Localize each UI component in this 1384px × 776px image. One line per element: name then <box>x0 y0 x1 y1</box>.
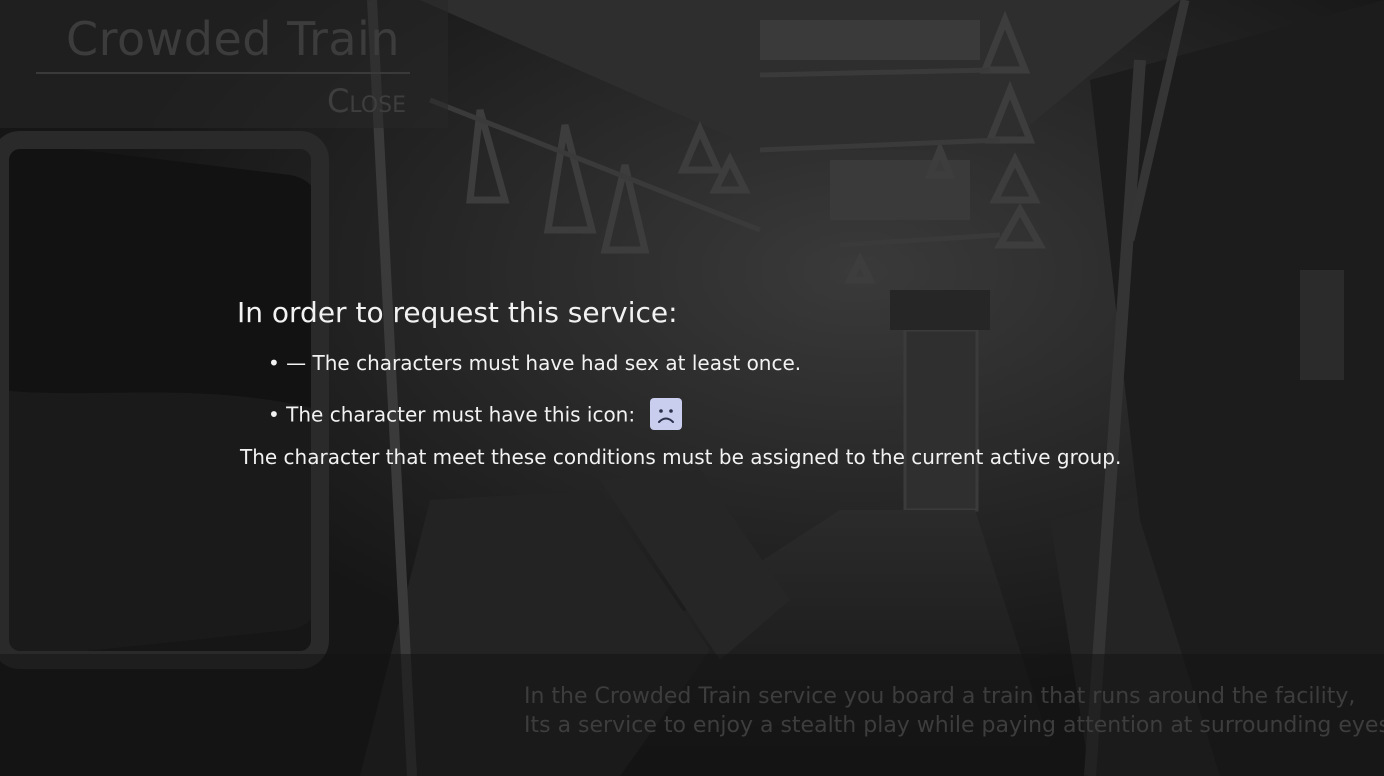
title-divider <box>36 72 410 74</box>
service-title: Crowded Train <box>66 12 400 66</box>
description-line: Its a service to enjoy a stealth play wh… <box>524 713 1384 738</box>
description-line: In the Crowded Train service you board a… <box>524 684 1356 709</box>
close-button[interactable]: Close <box>327 82 406 120</box>
service-header-panel: Crowded Train Close <box>0 0 448 128</box>
service-description-panel: In the Crowded Train service you board a… <box>0 654 1384 776</box>
